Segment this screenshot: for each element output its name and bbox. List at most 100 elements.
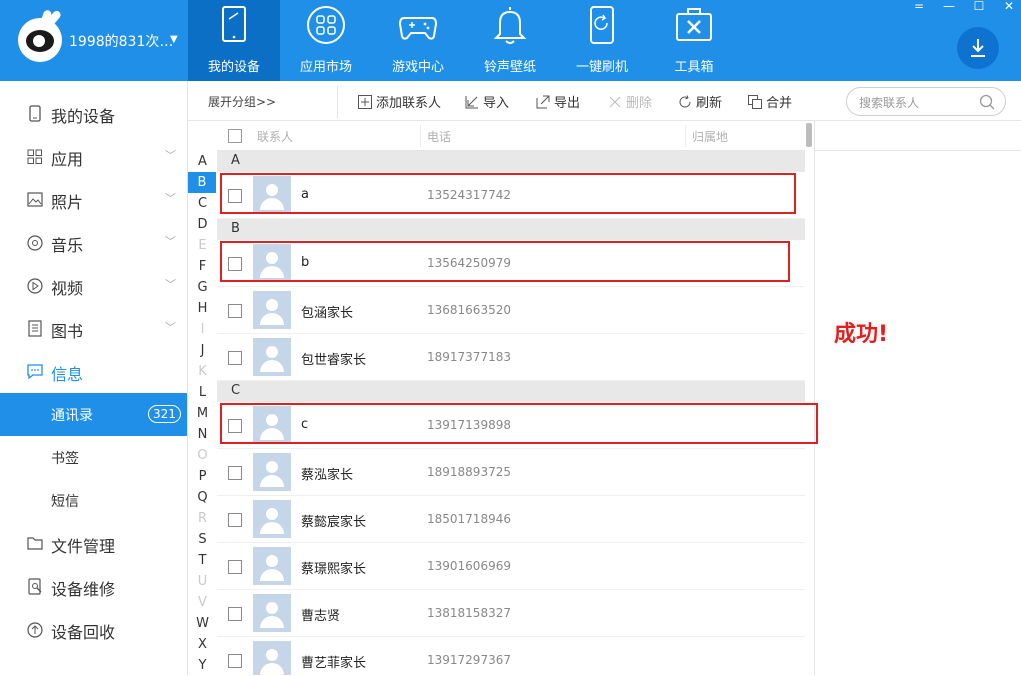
table-row[interactable]: 蔡璟熙家长 13901606969	[217, 543, 805, 590]
search-icon[interactable]	[979, 94, 995, 110]
alphabet-letter[interactable]: B	[188, 172, 216, 193]
nav-tab-label: 我的设备	[207, 60, 260, 75]
alphabet-letter[interactable]: J	[188, 340, 217, 361]
delete-x-icon	[609, 96, 621, 108]
alphabet-letter[interactable]: P	[188, 466, 217, 487]
apps-icon	[27, 148, 43, 165]
contact-phone: 13681663520	[427, 303, 511, 317]
nav-tab-label: 一键刷机	[575, 60, 628, 75]
sidebar-item-11[interactable]: 设备维修	[0, 565, 187, 608]
alphabet-letter[interactable]: Y	[188, 655, 217, 676]
alphabet-letter[interactable]: S	[188, 529, 217, 550]
chevron-down-icon[interactable]: ﹀	[165, 190, 176, 206]
row-checkbox[interactable]	[228, 513, 242, 527]
column-phone[interactable]: 电话	[427, 128, 451, 145]
alphabet-letter[interactable]: T	[188, 550, 217, 571]
nav-tab-0[interactable]: 我的设备	[188, 0, 280, 81]
scrollbar-thumb[interactable]	[806, 123, 812, 147]
sidebar-item-0[interactable]: 我的设备	[0, 92, 187, 135]
highlight-box	[220, 241, 790, 282]
row-checkbox[interactable]	[228, 304, 242, 318]
table-row[interactable]: 蔡泓家长 18918893725	[217, 449, 805, 496]
group-header: A	[217, 151, 805, 172]
export-button[interactable]: 导出	[536, 92, 580, 111]
alphabet-letter[interactable]: G	[188, 277, 217, 298]
alphabet-letter[interactable]: Q	[188, 487, 217, 508]
alphabet-letter[interactable]: D	[188, 214, 217, 235]
avatar-icon	[253, 594, 291, 632]
scrollbar[interactable]	[805, 121, 814, 675]
merge-button[interactable]: 合并	[748, 92, 792, 111]
nav-tab-3[interactable]: 铃声壁纸	[464, 0, 556, 81]
column-location[interactable]: 归属地	[692, 128, 728, 145]
alphabet-letter[interactable]: H	[188, 298, 217, 319]
row-checkbox[interactable]	[228, 560, 242, 574]
table-row[interactable]: 曹志贤 13818158327	[217, 590, 805, 637]
delete-button[interactable]: 删除	[608, 92, 652, 111]
sidebar-item-4[interactable]: 视频 ﹀	[0, 264, 187, 307]
import-button[interactable]: 导入	[465, 92, 509, 111]
column-contact[interactable]: 联系人	[257, 128, 293, 145]
group-letter: B	[231, 221, 240, 236]
row-checkbox[interactable]	[228, 654, 242, 668]
nav-tab-1[interactable]: 应用市场	[280, 0, 372, 81]
alphabet-letter[interactable]: C	[188, 193, 217, 214]
contact-phone: 18918893725	[427, 465, 511, 479]
sidebar-item-7[interactable]: 通讯录 321	[0, 393, 187, 436]
menu-icon[interactable]: =	[911, 0, 927, 14]
download-button[interactable]	[957, 27, 999, 69]
table-row[interactable]: 蔡懿宸家长 18501718946	[217, 496, 805, 543]
nav-tab-label: 游戏中心	[391, 60, 444, 75]
refresh-button[interactable]: 刷新	[678, 92, 722, 111]
sidebar-item-5[interactable]: 图书 ﹀	[0, 307, 187, 350]
nav-tab-4[interactable]: 一键刷机	[556, 0, 648, 81]
chevron-down-icon[interactable]: ﹀	[165, 276, 176, 292]
sidebar-item-8[interactable]: 书签	[0, 436, 187, 479]
table-row[interactable]: 包涵家长 13681663520	[217, 287, 805, 334]
alphabet-letter: I	[200, 322, 205, 337]
close-icon[interactable]: ✕	[1001, 0, 1017, 14]
sidebar-item-9[interactable]: 短信	[0, 479, 187, 522]
alphabet-letter[interactable]: N	[188, 424, 217, 445]
sidebar-item-1[interactable]: 应用 ﹀	[0, 135, 187, 178]
detail-divider	[815, 150, 1021, 151]
select-all-checkbox[interactable]	[228, 129, 242, 143]
alphabet-letter[interactable]: M	[188, 403, 217, 424]
chevron-down-icon[interactable]: ﹀	[165, 147, 176, 163]
chevron-down-icon[interactable]: ﹀	[165, 319, 176, 335]
alphabet-letter[interactable]: W	[188, 613, 217, 634]
account-name[interactable]: 1998的831次…	[69, 31, 173, 51]
alphabet-letter[interactable]: L	[188, 382, 217, 403]
row-checkbox[interactable]	[228, 351, 242, 365]
sidebar-item-12[interactable]: 设备回收	[0, 608, 187, 651]
add-contact-button[interactable]: 添加联系人	[358, 92, 441, 111]
minimize-icon[interactable]: —	[941, 0, 957, 14]
alphabet-letter: R	[197, 511, 208, 526]
table-row[interactable]: 曹艺菲家长 13917297367	[217, 637, 805, 675]
sidebar-item-2[interactable]: 照片 ﹀	[0, 178, 187, 221]
column-divider	[420, 125, 421, 147]
alphabet-letter: K	[198, 364, 207, 379]
maximize-icon[interactable]: ☐	[971, 0, 987, 14]
nav-tab-5[interactable]: 工具箱	[648, 0, 740, 81]
highlight-box	[220, 403, 818, 444]
avatar-icon	[253, 291, 291, 329]
search-input[interactable]: 搜索联系人	[846, 87, 1006, 116]
alphabet-letter[interactable]: A	[188, 151, 217, 172]
alphabet-letter[interactable]: X	[188, 634, 217, 655]
account-area[interactable]: 1998的831次… ▼	[0, 0, 188, 81]
caret-down-icon[interactable]: ▼	[170, 34, 178, 45]
sidebar-item-3[interactable]: 音乐 ﹀	[0, 221, 187, 264]
table-row[interactable]: 包世睿家长 18917377183	[217, 334, 805, 381]
detail-pane	[814, 121, 1021, 675]
nav-tab-2[interactable]: 游戏中心	[372, 0, 464, 81]
sidebar-item-6[interactable]: 信息	[0, 350, 187, 393]
alphabet-letter[interactable]: F	[188, 256, 217, 277]
row-checkbox[interactable]	[228, 466, 242, 480]
chevron-down-icon[interactable]: ﹀	[165, 233, 176, 249]
row-checkbox[interactable]	[228, 607, 242, 621]
avatar-icon	[253, 500, 291, 538]
expand-groups-button[interactable]: 展开分组>>	[208, 93, 276, 110]
sidebar-item-10[interactable]: 文件管理	[0, 522, 187, 565]
nav-tab-label: 铃声壁纸	[483, 60, 536, 75]
